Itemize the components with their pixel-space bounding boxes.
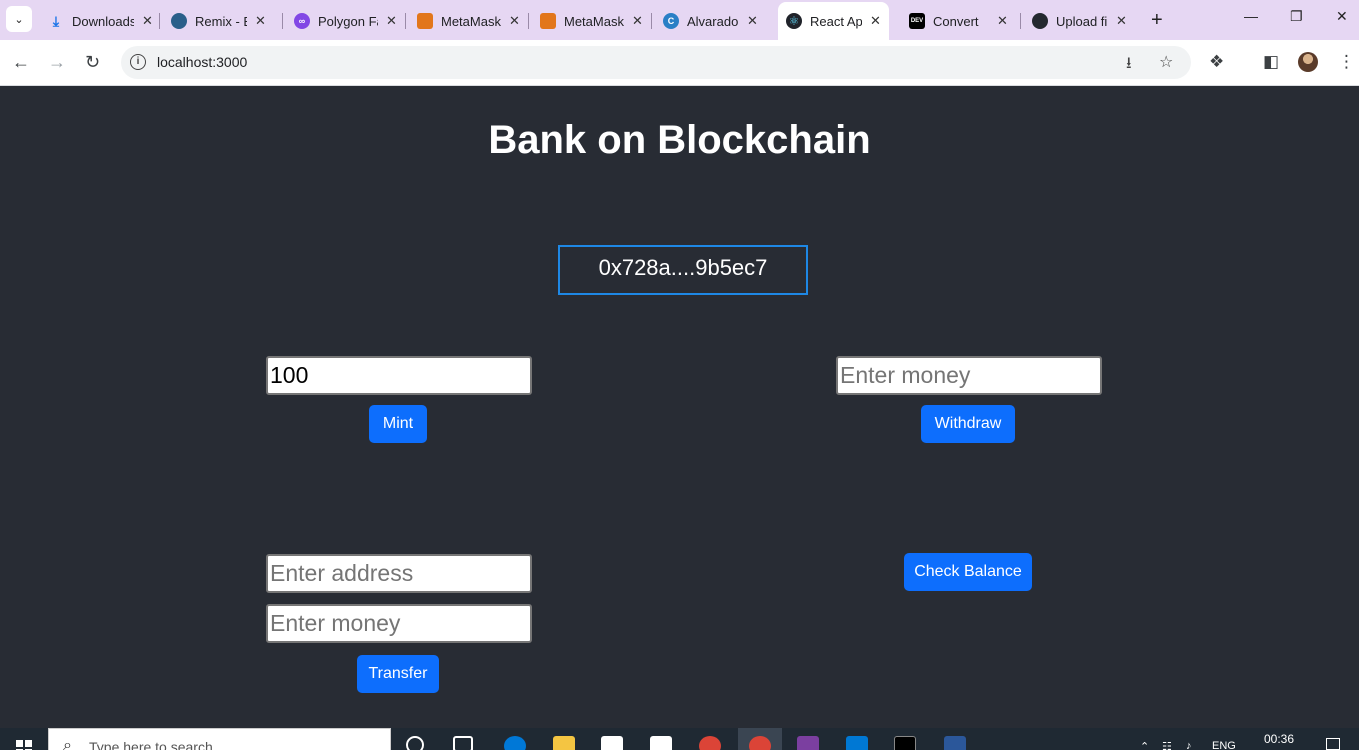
address-bar[interactable]: i localhost:3000 ⭳ ☆	[121, 46, 1191, 79]
tab-separator	[405, 13, 406, 29]
transfer-button[interactable]: Transfer	[357, 655, 439, 693]
tab-metamask-1[interactable]: MetaMask ✕	[417, 6, 520, 36]
remix-icon	[171, 13, 187, 29]
reload-icon[interactable]: ↻	[85, 52, 100, 73]
close-icon[interactable]: ✕	[747, 13, 758, 29]
profile-avatar[interactable]	[1298, 52, 1318, 72]
restore-icon[interactable]: ❐	[1290, 8, 1303, 25]
polygon-icon: ∞	[294, 13, 310, 29]
tab-title: MetaMask	[441, 13, 501, 29]
menu-kebab-icon[interactable]: ⋮	[1338, 52, 1355, 72]
withdraw-button[interactable]: Withdraw	[921, 405, 1015, 443]
withdraw-amount-input[interactable]	[836, 356, 1102, 395]
tab-convert[interactable]: DEV Convert ✕	[909, 6, 1008, 36]
tab-polygon[interactable]: ∞ Polygon Faucet ✕	[294, 6, 397, 36]
metamask-fox-icon	[417, 13, 433, 29]
close-icon[interactable]: ✕	[870, 13, 881, 29]
store-icon[interactable]	[601, 736, 623, 750]
url-text[interactable]: localhost:3000	[157, 54, 247, 70]
site-info-icon[interactable]: i	[130, 54, 146, 70]
tab-github[interactable]: Upload files ✕	[1032, 6, 1127, 36]
notification-icon[interactable]	[1326, 738, 1340, 750]
tab-title: Downloads	[72, 13, 134, 29]
tab-search-chevron-icon[interactable]: ⌄	[6, 6, 32, 32]
tab-downloads[interactable]: ⤓ Downloads ✕	[48, 6, 153, 36]
tab-title: Convert	[933, 13, 979, 29]
react-icon: ⚛	[786, 13, 802, 29]
vscode-icon[interactable]	[846, 736, 868, 750]
bookmark-star-icon[interactable]: ☆	[1159, 52, 1173, 72]
tab-react-app[interactable]: ⚛ React App ✕	[778, 2, 889, 40]
extensions-puzzle-icon[interactable]: ❖	[1209, 52, 1224, 72]
tab-title: Upload files	[1056, 13, 1108, 29]
tab-title: Polygon Faucet	[318, 13, 378, 29]
chrome-icon[interactable]	[699, 736, 721, 750]
tab-alvarado[interactable]: C Alvarado ✕	[663, 6, 758, 36]
tab-metamask-2[interactable]: MetaMask ✕	[540, 6, 643, 36]
install-app-icon[interactable]: ⭳	[1126, 52, 1132, 79]
mint-button[interactable]: Mint	[369, 405, 427, 443]
taskbar-search-box[interactable]: ⌕ Type here to search	[48, 728, 391, 750]
tab-separator	[159, 13, 160, 29]
close-icon[interactable]: ✕	[509, 13, 520, 29]
volume-icon[interactable]: ♪	[1186, 740, 1192, 750]
tab-title: MetaMask	[564, 13, 624, 29]
close-icon[interactable]: ✕	[142, 13, 153, 29]
tab-remix[interactable]: Remix - Ethereum IDE ✕	[171, 6, 266, 36]
chrome-icon[interactable]	[749, 736, 771, 750]
edge-icon[interactable]	[504, 736, 526, 750]
new-tab-plus-icon[interactable]: +	[1151, 9, 1163, 32]
forward-arrow-icon[interactable]: →	[48, 52, 66, 73]
tab-title: Alvarado	[687, 13, 739, 29]
tab-separator	[651, 13, 652, 29]
github-icon	[1032, 13, 1048, 29]
windows-taskbar: ⌕ Type here to search ⌃ ☷ ♪ ENG 00:36	[0, 728, 1359, 750]
close-window-icon[interactable]: ✕	[1336, 8, 1348, 25]
network-icon[interactable]: ☷	[1162, 740, 1172, 750]
cortana-icon[interactable]	[406, 736, 424, 750]
account-address: 0x728a....9b5ec7	[558, 245, 808, 295]
file-explorer-icon[interactable]	[553, 736, 575, 750]
terminal-icon[interactable]	[894, 736, 916, 750]
word-icon[interactable]	[944, 736, 966, 750]
check-balance-button[interactable]: Check Balance	[904, 553, 1032, 591]
metamask-fox-icon	[540, 13, 556, 29]
dev-icon: DEV	[909, 13, 925, 29]
tab-separator	[528, 13, 529, 29]
task-view-icon[interactable]	[453, 736, 473, 750]
mint-amount-input[interactable]	[266, 356, 532, 395]
transfer-address-input[interactable]	[266, 554, 532, 593]
side-panel-icon[interactable]: ◧	[1263, 52, 1279, 72]
tab-separator	[1020, 13, 1021, 29]
page-title: Bank on Blockchain	[488, 118, 871, 162]
close-icon[interactable]: ✕	[386, 13, 397, 29]
transfer-amount-input[interactable]	[266, 604, 532, 643]
canva-icon: C	[663, 13, 679, 29]
language-indicator[interactable]: ENG	[1212, 740, 1236, 750]
mail-icon[interactable]	[650, 736, 672, 750]
close-icon[interactable]: ✕	[255, 13, 266, 29]
tab-title: React App	[810, 13, 862, 29]
close-icon[interactable]: ✕	[632, 13, 643, 29]
close-icon[interactable]: ✕	[1116, 13, 1127, 29]
windows-start-icon[interactable]	[16, 740, 32, 750]
taskbar-search-placeholder: Type here to search	[89, 739, 213, 750]
app-icon[interactable]	[797, 736, 819, 750]
browser-tab-strip: ⌄ ⤓ Downloads ✕ Remix - Ethereum IDE ✕ ∞…	[0, 0, 1359, 40]
tab-separator	[282, 13, 283, 29]
minimize-icon[interactable]: —	[1244, 8, 1258, 24]
search-icon: ⌕	[63, 737, 72, 750]
taskbar-clock[interactable]: 00:36	[1264, 732, 1294, 746]
back-arrow-icon[interactable]: ←	[12, 52, 30, 73]
browser-toolbar: ← → ↻ i localhost:3000 ⭳ ☆ ❖ ◧ ⋮	[0, 40, 1359, 86]
close-icon[interactable]: ✕	[997, 13, 1008, 29]
tray-chevron-icon[interactable]: ⌃	[1140, 740, 1149, 750]
download-icon: ⤓	[52, 12, 60, 29]
tab-title: Remix - Ethereum IDE	[195, 13, 247, 29]
